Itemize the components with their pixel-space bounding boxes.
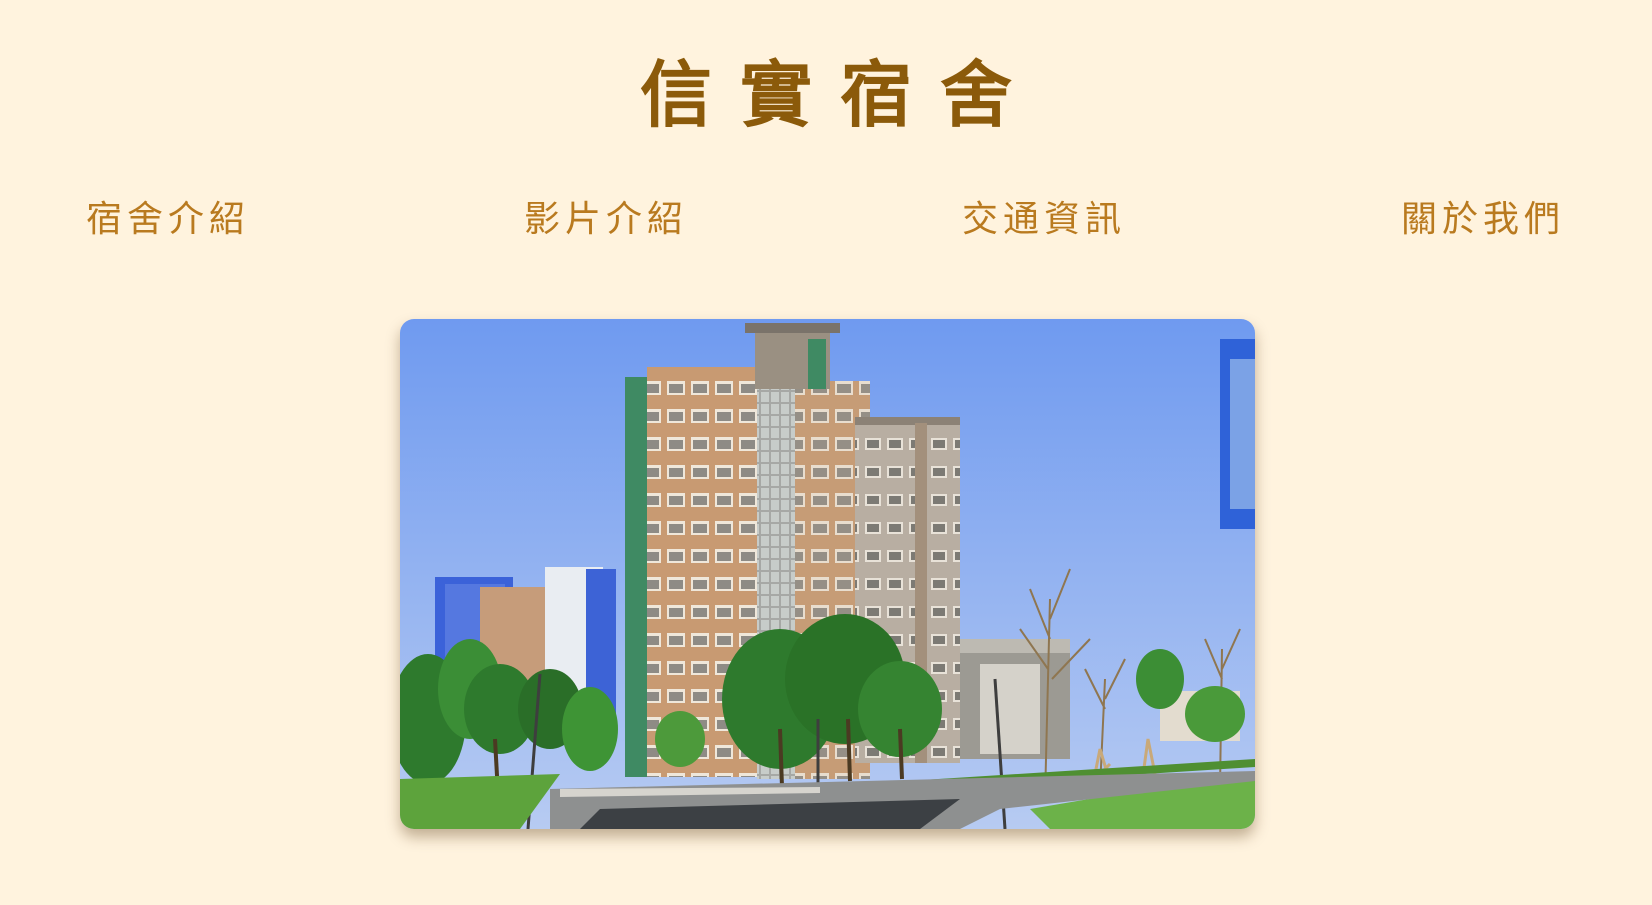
nav-item-transport-info[interactable]: 交通資訊 xyxy=(962,190,1126,250)
nav-item-dorm-intro[interactable]: 宿舍介紹 xyxy=(86,190,250,250)
main-nav: 宿舍介紹 影片介紹 交通資訊 關於我們 xyxy=(0,190,1652,250)
page-title: 信實宿舍 xyxy=(639,53,1040,137)
nav-item-about-us[interactable]: 關於我們 xyxy=(1401,190,1565,250)
nav-item-video-intro[interactable]: 影片介紹 xyxy=(524,190,688,250)
dormitory-photo xyxy=(400,319,1255,829)
